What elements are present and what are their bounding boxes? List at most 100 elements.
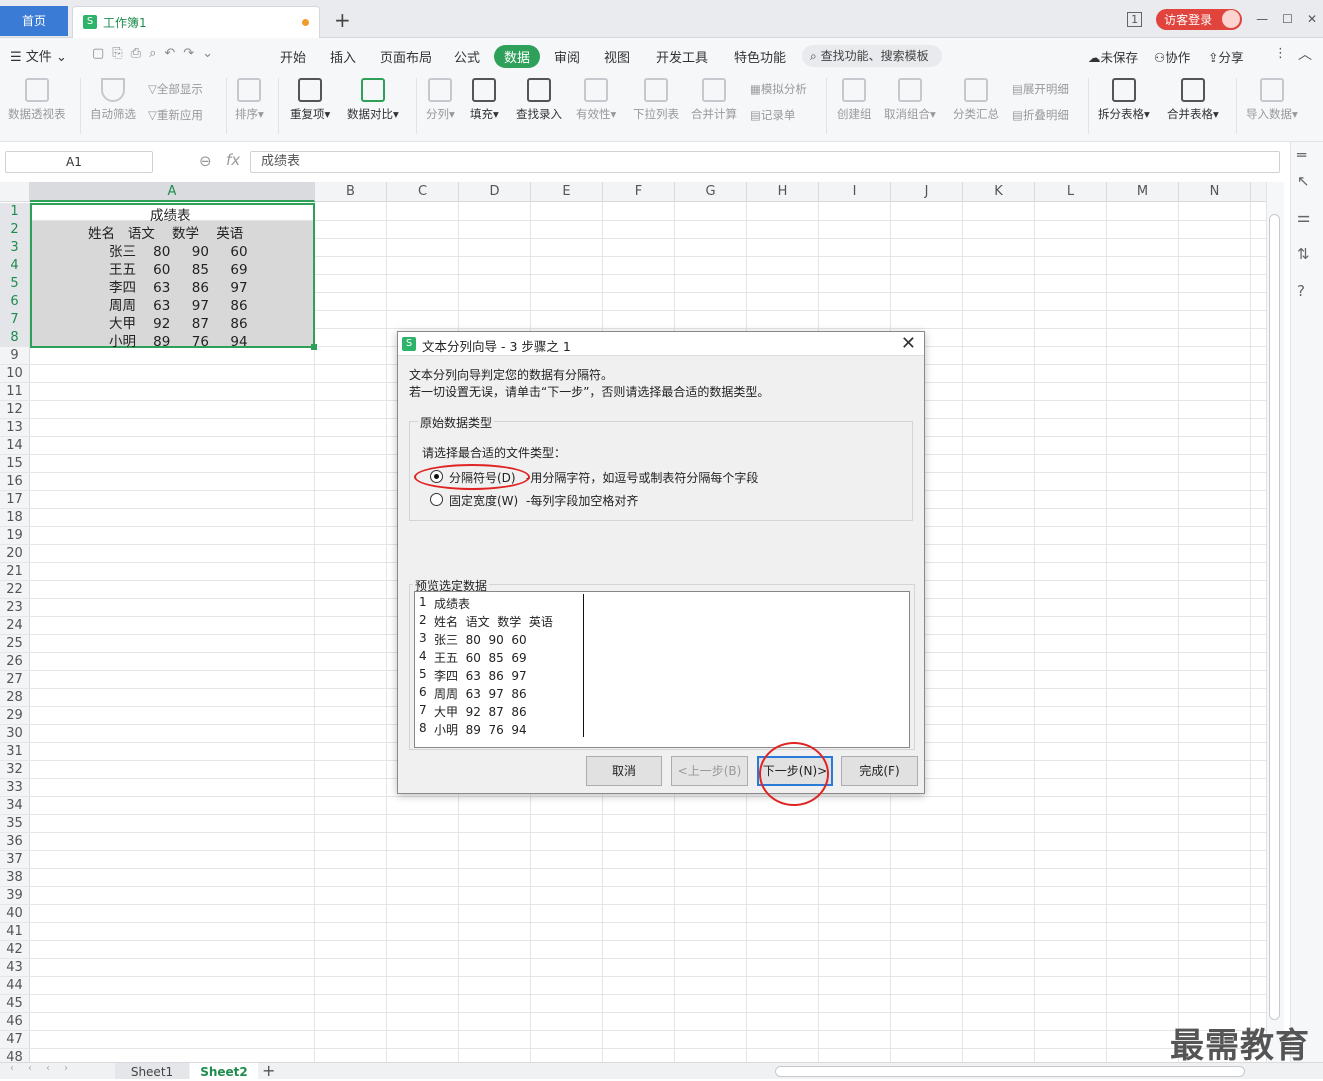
more-icon[interactable]: ⋮ <box>1274 46 1287 61</box>
column-header[interactable]: M <box>1107 182 1179 202</box>
maximize-button[interactable]: ☐ <box>1282 12 1293 26</box>
row-header[interactable]: 23 <box>0 599 30 617</box>
simulate-button[interactable]: ▦模拟分析 <box>750 81 807 97</box>
sheet-tab-sheet1[interactable]: Sheet1 <box>115 1063 189 1079</box>
tab-view[interactable]: 视图 <box>604 47 630 66</box>
row-header[interactable]: 9 <box>0 347 30 365</box>
close-window-button[interactable]: ✕ <box>1307 12 1317 26</box>
ungroup-button[interactable]: 取消组合▾ <box>884 78 936 122</box>
expand-detail-button[interactable]: ▤展开明细 <box>1012 81 1069 97</box>
consolidate-button[interactable]: 合并计算 <box>691 78 737 122</box>
tab-start[interactable]: 开始 <box>280 47 306 66</box>
row-header[interactable]: 11 <box>0 383 30 401</box>
row-header[interactable]: 6 <box>0 293 30 311</box>
page-view-icon[interactable]: 1 <box>1127 11 1143 27</box>
row-header[interactable]: 44 <box>0 977 30 995</box>
login-button[interactable]: 访客登录 <box>1156 8 1243 30</box>
row-header[interactable]: 22 <box>0 581 30 599</box>
column-header[interactable]: D <box>459 182 531 202</box>
new-tab-button[interactable]: + <box>334 8 351 32</box>
finish-button[interactable]: 完成(F) <box>841 756 918 786</box>
tab-insert[interactable]: 插入 <box>330 47 356 66</box>
merge-table-button[interactable]: 合并表格▾ <box>1167 78 1219 122</box>
split-table-button[interactable]: 拆分表格▾ <box>1098 78 1150 122</box>
row-header[interactable]: 25 <box>0 635 30 653</box>
tab-page-layout[interactable]: 页面布局 <box>380 47 432 66</box>
row-header[interactable]: 29 <box>0 707 30 725</box>
fill-handle[interactable] <box>311 344 317 350</box>
data-compare-button[interactable]: 数据对比▾ <box>347 78 399 122</box>
auto-filter-button[interactable]: 自动筛选 <box>90 78 136 122</box>
row-header[interactable]: 20 <box>0 545 30 563</box>
row-header[interactable]: 17 <box>0 491 30 509</box>
column-header[interactable]: A <box>30 182 315 202</box>
dropdown-list-button[interactable]: 下拉列表 <box>633 78 679 122</box>
column-header[interactable]: E <box>531 182 603 202</box>
record-form-button[interactable]: ▤记录单 <box>750 107 795 123</box>
row-header[interactable]: 5 <box>0 275 30 293</box>
column-header[interactable]: C <box>387 182 459 202</box>
column-header[interactable]: G <box>675 182 747 202</box>
row-header[interactable]: 21 <box>0 563 30 581</box>
vertical-scroll-thumb[interactable] <box>1269 214 1280 1020</box>
share-button[interactable]: ⇪分享 <box>1208 47 1244 66</box>
collapse-ribbon-icon[interactable]: ︿ <box>1298 44 1312 64</box>
row-header[interactable]: 10 <box>0 365 30 383</box>
zoom-search-icon[interactable]: ⊖ <box>199 152 212 170</box>
cursor-select-icon[interactable]: ↖ <box>1297 172 1310 190</box>
cell-a4[interactable]: 王五 60 85 69 <box>109 258 248 278</box>
row-header[interactable]: 24 <box>0 617 30 635</box>
collaborate-button[interactable]: ⚇协作 <box>1154 47 1190 66</box>
tab-home[interactable]: 首页 <box>0 6 68 36</box>
column-header[interactable]: L <box>1035 182 1107 202</box>
row-header[interactable]: 34 <box>0 797 30 815</box>
row-header[interactable]: 16 <box>0 473 30 491</box>
row-header[interactable]: 45 <box>0 995 30 1013</box>
minimize-button[interactable]: — <box>1256 12 1268 26</box>
tab-special[interactable]: 特色功能 <box>734 47 786 66</box>
row-header[interactable]: 46 <box>0 1013 30 1031</box>
duplicates-button[interactable]: 重复项▾ <box>290 78 330 122</box>
row-header[interactable]: 42 <box>0 941 30 959</box>
column-header[interactable]: B <box>315 182 387 202</box>
cell-a1[interactable]: 成绩表 <box>150 204 191 224</box>
row-header[interactable]: 43 <box>0 959 30 977</box>
cancel-button[interactable]: 取消 <box>586 756 662 786</box>
cell-a6[interactable]: 周周 63 97 86 <box>109 294 248 314</box>
row-header[interactable]: 19 <box>0 527 30 545</box>
cell-a7[interactable]: 大甲 92 87 86 <box>109 312 248 332</box>
row-header[interactable]: 40 <box>0 905 30 923</box>
row-header[interactable]: 4 <box>0 257 30 275</box>
help-icon[interactable]: ? <box>1297 282 1305 300</box>
row-header[interactable]: 36 <box>0 833 30 851</box>
validity-button[interactable]: 有效性▾ <box>576 78 616 122</box>
horizontal-scroll-thumb[interactable] <box>775 1066 1245 1077</box>
tab-formula[interactable]: 公式 <box>454 47 480 66</box>
row-header[interactable]: 41 <box>0 923 30 941</box>
row-header[interactable]: 38 <box>0 869 30 887</box>
unsaved-status[interactable]: ☁未保存 <box>1088 47 1138 66</box>
row-header[interactable]: 12 <box>0 401 30 419</box>
row-header[interactable]: 14 <box>0 437 30 455</box>
row-header[interactable]: 7 <box>0 311 30 329</box>
row-header[interactable]: 30 <box>0 725 30 743</box>
name-box[interactable]: A1 <box>5 151 153 173</box>
create-group-button[interactable]: 创建组 <box>837 78 872 122</box>
reapply-button[interactable]: ▽重新应用 <box>148 107 203 123</box>
row-header[interactable]: 3 <box>0 239 30 257</box>
show-all-button[interactable]: ▽全部显示 <box>148 81 203 97</box>
column-header[interactable]: F <box>603 182 675 202</box>
row-header[interactable]: 2 <box>0 221 30 239</box>
select-all-corner[interactable] <box>0 182 30 202</box>
row-header[interactable]: 37 <box>0 851 30 869</box>
transfer-icon[interactable]: ⇅ <box>1297 245 1310 263</box>
row-header[interactable]: 8 <box>0 329 30 347</box>
row-header[interactable]: 28 <box>0 689 30 707</box>
row-header[interactable]: 35 <box>0 815 30 833</box>
radio-fixed-width[interactable] <box>430 493 443 506</box>
tab-developer[interactable]: 开发工具 <box>656 47 708 66</box>
row-header[interactable]: 33 <box>0 779 30 797</box>
cell-a5[interactable]: 李四 63 86 97 <box>109 276 248 296</box>
cell-a2[interactable]: 姓名 语文 数学 英语 <box>88 222 243 242</box>
tab-data[interactable]: 数据 <box>494 45 541 68</box>
